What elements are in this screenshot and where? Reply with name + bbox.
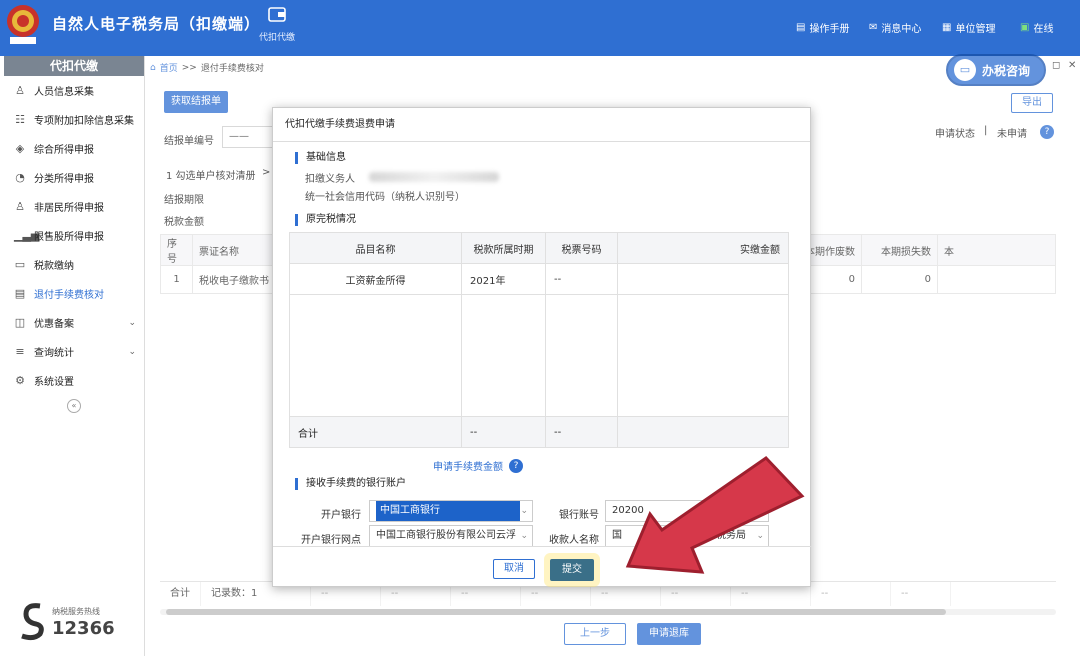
nav-messages[interactable]: ✉ 消息中心 xyxy=(869,20,921,35)
chevron-down-icon: ⌄ xyxy=(520,506,528,516)
sidebar-item-label: 系统设置 xyxy=(34,377,74,388)
person-icon: ♙ xyxy=(15,84,25,97)
sidebar-item-classified[interactable]: ◔ 分类所得申报 xyxy=(4,163,144,192)
pie-icon: ◔ xyxy=(15,171,25,184)
nav-unit-label: 单位管理 xyxy=(955,24,996,35)
sidebar-item-label: 税款缴纳 xyxy=(34,261,74,272)
section-basic-info: 基础信息 xyxy=(295,152,346,164)
module-tab-label: 代扣代缴 xyxy=(258,33,295,43)
col-header: 税票号码 xyxy=(545,232,618,264)
top-header: 自然人电子税务局（扣缴端） 代扣代缴 ▤ 操作手册 ✉ 消息中心 ▦ 单位管理 … xyxy=(0,0,1080,56)
sidebar-item-label: 人员信息采集 xyxy=(34,87,94,98)
cell: -- xyxy=(545,416,618,448)
redacted-withholder xyxy=(369,172,499,182)
bars-icon: ▁▃▅ xyxy=(14,229,40,242)
bank-label: 开户银行 xyxy=(321,510,361,521)
help-icon[interactable]: ? xyxy=(509,458,523,473)
chevron-down-icon: ⌄ xyxy=(128,346,136,357)
nav-online-label: 在线 xyxy=(1033,24,1054,35)
list-icon: ☷ xyxy=(15,113,25,126)
apply-fee-link[interactable]: 申请手续费金额 ? xyxy=(433,458,523,473)
col-header: 品目名称 xyxy=(289,232,462,264)
sidebar: 代扣代缴 ♙ 人员信息采集 ☷ 专项附加扣除信息采集 ◈ 综合所得申报 ◔ 分类所得申报… xyxy=(4,56,145,656)
cell: 合计 xyxy=(289,416,462,448)
table-row: 工资薪金所得 2021年 -- xyxy=(289,263,789,295)
nav-unit[interactable]: ▦ 单位管理 xyxy=(942,20,995,35)
col-header: 税款所属时期 xyxy=(461,232,546,264)
sidebar-item-label: 查询统计 xyxy=(34,348,74,359)
hotline-logo-icon xyxy=(21,603,44,641)
sidebar-item-special-deduction[interactable]: ☷ 专项附加扣除信息采集 xyxy=(4,105,144,134)
nav-messages-label: 消息中心 xyxy=(881,24,922,35)
red-pointer-arrow-icon xyxy=(625,456,805,574)
collapse-sidebar-button[interactable]: « xyxy=(67,399,81,413)
sidebar-item-refund-check[interactable]: ▤ 退付手续费核对 xyxy=(4,279,144,308)
chevron-down-icon: ⌄ xyxy=(520,531,528,541)
sidebar-item-tax-payment[interactable]: ▭ 税款缴纳 xyxy=(4,250,144,279)
hotline-label: 纳税服务热线 xyxy=(52,607,100,616)
sidebar-item-label: 限售股所得申报 xyxy=(34,232,104,243)
nav-manual[interactable]: ▤ 操作手册 xyxy=(796,20,849,35)
bank-value: 中国工商银行 xyxy=(376,501,520,521)
empty-row xyxy=(289,294,789,417)
hotline-number: 12366 xyxy=(52,618,115,639)
withholder-label: 扣缴义务人 xyxy=(305,174,355,185)
cell: 工资薪金所得 xyxy=(289,263,462,295)
apply-fee-label: 申请手续费金额 xyxy=(433,462,503,473)
sidebar-item-query[interactable]: ≡ 查询统计 ⌄ xyxy=(4,337,144,366)
credit-code-label: 统一社会信用代码（纳税人识别号） xyxy=(305,192,465,203)
gift-icon: ◫ xyxy=(14,316,26,329)
manual-icon: ▤ xyxy=(796,22,806,33)
sidebar-head: 代扣代缴 xyxy=(4,56,144,76)
sidebar-item-label: 非居民所得申报 xyxy=(34,203,104,214)
wallet-icon xyxy=(268,7,286,22)
sidebar-item-settings[interactable]: ⚙ 系统设置 xyxy=(4,366,144,395)
gear-icon: ⚙ xyxy=(15,374,25,387)
dialog-title: 代扣代缴手续费退费申请 xyxy=(273,108,810,142)
sidebar-item-label: 优惠备案 xyxy=(34,319,74,330)
branch-value: 中国工商银行股份有限公司云浮 xyxy=(376,530,516,541)
module-tab-withholding[interactable]: 代扣代缴 xyxy=(256,5,298,43)
cell xyxy=(617,416,789,448)
query-icon: ≡ xyxy=(15,345,25,358)
section-tax-situation: 原完税情况 xyxy=(295,214,356,226)
person-icon: ♙ xyxy=(15,200,25,213)
folder-icon: ▭ xyxy=(14,258,26,271)
app-title: 自然人电子税务局（扣缴端） xyxy=(52,15,261,33)
sidebar-item-label: 专项附加扣除信息采集 xyxy=(34,116,134,127)
sidebar-item-label: 综合所得申报 xyxy=(34,145,94,156)
sidebar-item-preferential[interactable]: ◫ 优惠备案 ⌄ xyxy=(4,308,144,337)
app-window: 自然人电子税务局（扣缴端） 代扣代缴 ▤ 操作手册 ✉ 消息中心 ▦ 单位管理 … xyxy=(0,0,1080,660)
sidebar-item-label: 分类所得申报 xyxy=(34,174,94,185)
inner-header-row: 品目名称 税款所属时期 税票号码 实缴金额 xyxy=(289,232,789,264)
branch-label: 开户银行网点 xyxy=(301,535,361,546)
sidebar-item-personnel[interactable]: ♙ 人员信息采集 xyxy=(4,76,144,105)
tax-emblem-icon xyxy=(7,5,39,44)
cell xyxy=(617,263,789,295)
cancel-button[interactable]: 取消 xyxy=(493,559,535,579)
chevron-down-icon: ⌄ xyxy=(128,317,136,328)
hotline-block: 纳税服务热线 12366 xyxy=(18,602,128,642)
layers-icon: ◈ xyxy=(15,142,25,155)
sidebar-item-nonresident[interactable]: ♙ 非居民所得申报 xyxy=(4,192,144,221)
col-header: 实缴金额 xyxy=(617,232,789,264)
branch-select[interactable]: 中国工商银行股份有限公司云浮 ⌄ xyxy=(369,525,533,547)
section-bank-account: 接收手续费的银行账户 xyxy=(295,478,406,490)
message-icon: ✉ xyxy=(869,22,878,33)
bank-select[interactable]: 中国工商银行 ⌄ xyxy=(369,500,533,522)
sidebar-item-comprehensive[interactable]: ◈ 综合所得申报 xyxy=(4,134,144,163)
cell: 2021年 xyxy=(461,263,546,295)
sidebar-item-label: 退付手续费核对 xyxy=(34,290,104,301)
total-row: 合计 -- -- xyxy=(289,416,789,448)
online-icon: ▣ xyxy=(1020,22,1030,33)
unit-icon: ▦ xyxy=(942,22,952,33)
sidebar-item-restricted-stock[interactable]: ▁▃▅ 限售股所得申报 xyxy=(4,221,144,250)
doc-icon: ▤ xyxy=(14,287,26,300)
nav-online[interactable]: ▣ 在线 xyxy=(1020,20,1053,35)
cell: -- xyxy=(545,263,618,295)
cell: -- xyxy=(461,416,546,448)
tax-detail-table: 品目名称 税款所属时期 税票号码 实缴金额 工资薪金所得 2021年 -- 合计… xyxy=(289,232,789,448)
nav-manual-label: 操作手册 xyxy=(809,24,850,35)
